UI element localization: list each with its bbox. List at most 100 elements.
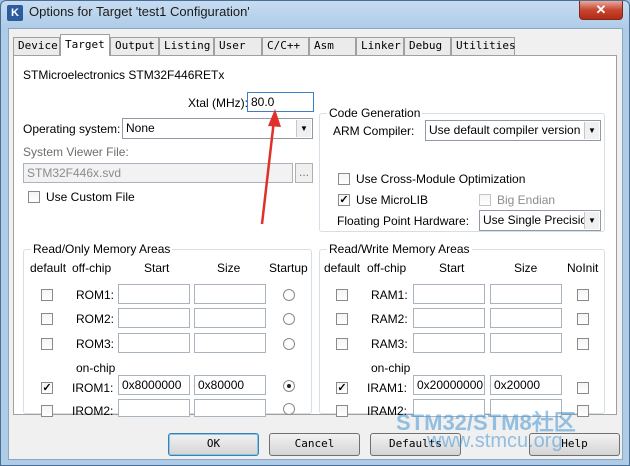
arm-compiler-select[interactable]: Use default compiler version ▼ bbox=[425, 120, 601, 141]
ram3-label: RAM3: bbox=[371, 337, 408, 351]
ram1-start-input[interactable] bbox=[413, 284, 485, 304]
system-viewer-browse-button: ... bbox=[295, 163, 313, 183]
ram2-default-checkbox[interactable] bbox=[336, 313, 348, 325]
annotation-arrow bbox=[260, 109, 281, 225]
rom2-default-checkbox[interactable] bbox=[41, 313, 53, 325]
xtal-label: Xtal (MHz): bbox=[188, 96, 248, 110]
irom1-startup-radio[interactable] bbox=[283, 380, 295, 392]
floating-point-value: Use Single Precision bbox=[483, 213, 594, 227]
irom2-label: IROM2: bbox=[72, 404, 114, 418]
operating-system-select[interactable]: None ▼ bbox=[122, 118, 313, 139]
tab-user[interactable]: User bbox=[214, 37, 262, 55]
rw-header-start: Start bbox=[439, 261, 465, 275]
rom1-startup-radio[interactable] bbox=[283, 289, 295, 301]
big-endian-checkbox bbox=[479, 194, 491, 206]
close-button[interactable]: ✕ bbox=[579, 1, 623, 20]
irom2-default-checkbox[interactable] bbox=[41, 405, 53, 417]
rom3-startup-radio[interactable] bbox=[283, 338, 295, 350]
ram3-start-input[interactable] bbox=[413, 333, 485, 353]
iram2-noinit-checkbox[interactable] bbox=[577, 405, 589, 417]
tab-target[interactable]: Target bbox=[60, 34, 110, 56]
ram2-label: RAM2: bbox=[371, 312, 408, 326]
use-custom-file-label: Use Custom File bbox=[46, 190, 135, 204]
tab-utilities[interactable]: Utilities bbox=[451, 37, 516, 55]
ram1-label: RAM1: bbox=[371, 288, 408, 302]
tab-linker[interactable]: Linker bbox=[356, 37, 404, 55]
ram1-default-checkbox[interactable] bbox=[336, 289, 348, 301]
chevron-down-icon: ▼ bbox=[584, 212, 599, 229]
rom1-size-input[interactable] bbox=[194, 284, 266, 304]
big-endian-label: Big Endian bbox=[497, 193, 556, 207]
rw-header-size: Size bbox=[514, 261, 538, 275]
rom1-start-input[interactable] bbox=[118, 284, 190, 304]
rw-header-noinit: NoInit bbox=[567, 261, 599, 275]
tab-debug[interactable]: Debug bbox=[404, 37, 451, 55]
iram1-default-checkbox[interactable]: ✓ bbox=[336, 382, 348, 394]
tab-asm[interactable]: Asm bbox=[309, 37, 356, 55]
ram1-size-input[interactable] bbox=[490, 284, 562, 304]
cancel-button[interactable]: Cancel bbox=[269, 433, 360, 456]
window-title: Options for Target 'test1 Configuration' bbox=[29, 4, 250, 19]
microlib-checkbox[interactable]: ✓ bbox=[338, 194, 350, 206]
ro-header-default: default bbox=[30, 261, 67, 275]
chevron-down-icon: ▼ bbox=[584, 122, 599, 139]
rom2-size-input[interactable] bbox=[194, 308, 266, 328]
iram1-start-input[interactable]: 0x20000000 bbox=[413, 375, 485, 395]
tab-output[interactable]: Output bbox=[110, 37, 159, 55]
operating-system-label: Operating system: bbox=[23, 122, 121, 136]
chevron-down-icon: ▼ bbox=[296, 120, 311, 137]
device-name: STMicroelectronics STM32F446RETx bbox=[23, 68, 225, 82]
ram1-noinit-checkbox[interactable] bbox=[577, 289, 589, 301]
floating-point-select[interactable]: Use Single Precision ▼ bbox=[479, 210, 601, 231]
arm-compiler-label: ARM Compiler: bbox=[333, 124, 415, 138]
rw-header-offchip: off-chip bbox=[367, 261, 407, 275]
rom2-startup-radio[interactable] bbox=[283, 313, 295, 325]
dialog-window: K Options for Target 'test1 Configuratio… bbox=[0, 0, 630, 466]
ram3-noinit-checkbox[interactable] bbox=[577, 338, 589, 350]
ok-button[interactable]: OK bbox=[168, 433, 259, 456]
code-generation-title: Code Generation bbox=[327, 106, 423, 120]
irom1-label: IROM1: bbox=[72, 381, 114, 395]
rom1-default-checkbox[interactable] bbox=[41, 289, 53, 301]
tab-strip: Device Target Output Listing User C/C++ … bbox=[13, 34, 619, 56]
tab-device[interactable]: Device bbox=[13, 37, 60, 55]
title-bar[interactable]: K Options for Target 'test1 Configuratio… bbox=[1, 1, 629, 27]
ram2-size-input[interactable] bbox=[490, 308, 562, 328]
rw-header-default: default bbox=[324, 261, 361, 275]
ro-memory-title: Read/Only Memory Areas bbox=[31, 242, 173, 256]
iram1-size-input[interactable]: 0x20000 bbox=[490, 375, 562, 395]
rom3-size-input[interactable] bbox=[194, 333, 266, 353]
floating-point-label: Floating Point Hardware: bbox=[337, 214, 470, 228]
ro-onchip-label: on-chip bbox=[76, 361, 116, 375]
iram2-default-checkbox[interactable] bbox=[336, 405, 348, 417]
ram3-default-checkbox[interactable] bbox=[336, 338, 348, 350]
rom3-default-checkbox[interactable] bbox=[41, 338, 53, 350]
ram3-size-input[interactable] bbox=[490, 333, 562, 353]
tab-listing[interactable]: Listing bbox=[159, 37, 214, 55]
watermark-url: www.stmcu.org bbox=[427, 430, 563, 452]
use-custom-file-checkbox[interactable] bbox=[28, 191, 40, 203]
tab-c-cpp[interactable]: C/C++ bbox=[262, 37, 309, 55]
cross-module-optimization-checkbox[interactable] bbox=[338, 173, 350, 185]
rw-memory-title: Read/Write Memory Areas bbox=[327, 242, 472, 256]
operating-system-value: None bbox=[126, 121, 155, 135]
iram1-noinit-checkbox[interactable] bbox=[577, 382, 589, 394]
irom1-size-input[interactable]: 0x80000 bbox=[194, 375, 266, 395]
rom1-label: ROM1: bbox=[76, 288, 115, 302]
irom1-start-input[interactable]: 0x8000000 bbox=[118, 375, 190, 395]
irom1-default-checkbox[interactable]: ✓ bbox=[41, 382, 53, 394]
rom2-start-input[interactable] bbox=[118, 308, 190, 328]
irom2-size-input[interactable] bbox=[194, 399, 266, 417]
target-tab-panel: STMicroelectronics STM32F446RETx Xtal (M… bbox=[13, 55, 617, 418]
radio-selected-dot bbox=[287, 384, 291, 388]
rom2-label: ROM2: bbox=[76, 312, 115, 326]
irom2-start-input[interactable] bbox=[118, 399, 190, 417]
ram2-noinit-checkbox[interactable] bbox=[577, 313, 589, 325]
cross-module-optimization-label: Use Cross-Module Optimization bbox=[356, 172, 526, 186]
irom2-startup-radio[interactable] bbox=[283, 403, 295, 415]
ram2-start-input[interactable] bbox=[413, 308, 485, 328]
keil-app-icon: K bbox=[7, 5, 23, 21]
rom3-start-input[interactable] bbox=[118, 333, 190, 353]
iram1-label: IRAM1: bbox=[367, 381, 408, 395]
system-viewer-label: System Viewer File: bbox=[23, 145, 129, 159]
